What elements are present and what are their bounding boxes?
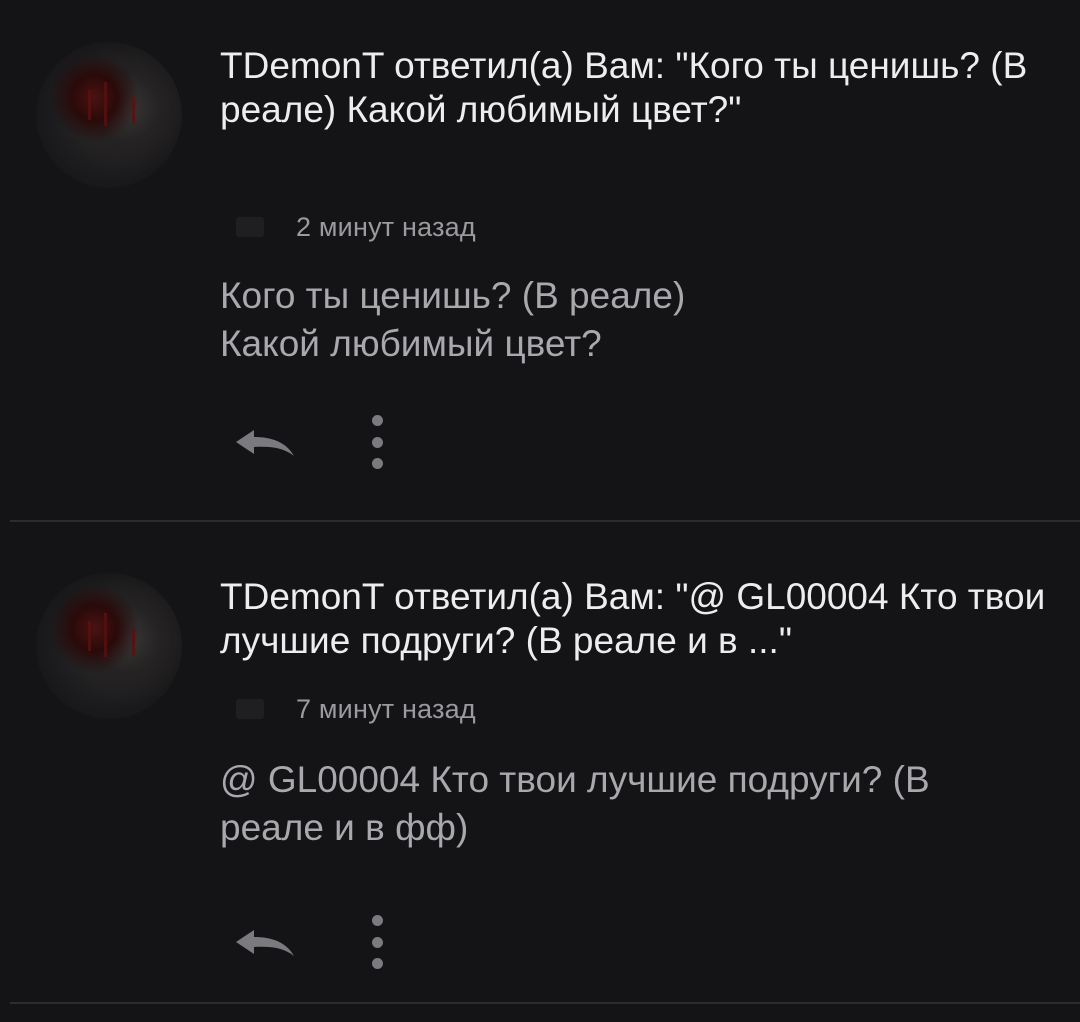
message-body: @ GL00004 Кто твои лучшие подруги? (В ре… — [220, 756, 1060, 852]
message-line: Кого ты ценишь? (В реале) — [220, 275, 686, 316]
clock-icon — [236, 217, 264, 237]
action-text: ответил(а) Вам: — [394, 576, 666, 617]
notification-item[interactable]: TDemonT ответил(а) Вам: "@ GL00004 Кто т… — [0, 523, 1080, 1003]
action-text: ответил(а) Вам: — [394, 45, 666, 86]
clock-icon — [236, 699, 264, 719]
username[interactable]: TDemonT — [220, 576, 384, 617]
message-body: Кого ты ценишь? (В реале) Какой любимый … — [220, 272, 1060, 368]
reply-icon[interactable] — [232, 922, 300, 962]
message-line: реале и в фф) — [220, 807, 469, 848]
timestamp-row: 7 минут назад — [236, 694, 476, 724]
timestamp-row: 2 минут назад — [236, 212, 476, 242]
notification-title: TDemonT ответил(а) Вам: "@ GL00004 Кто т… — [220, 575, 1050, 663]
more-options-icon[interactable] — [370, 915, 384, 969]
notification-item[interactable]: TDemonT ответил(а) Вам: "Кого ты ценишь?… — [0, 0, 1080, 522]
more-options-icon[interactable] — [370, 415, 384, 469]
timestamp: 7 минут назад — [296, 693, 476, 724]
divider — [10, 1002, 1080, 1004]
action-bar — [232, 412, 384, 472]
notification-title: TDemonT ответил(а) Вам: "Кого ты ценишь?… — [220, 44, 1050, 132]
message-line: Какой любимый цвет? — [220, 323, 602, 364]
user-avatar[interactable] — [36, 42, 182, 188]
reply-icon[interactable] — [232, 422, 300, 462]
user-avatar[interactable] — [36, 573, 182, 719]
message-line: @ GL00004 Кто твои лучшие подруги? (В — [220, 759, 930, 800]
action-bar — [232, 912, 384, 972]
timestamp: 2 минут назад — [296, 211, 476, 242]
username[interactable]: TDemonT — [220, 45, 384, 86]
divider — [10, 520, 1080, 522]
